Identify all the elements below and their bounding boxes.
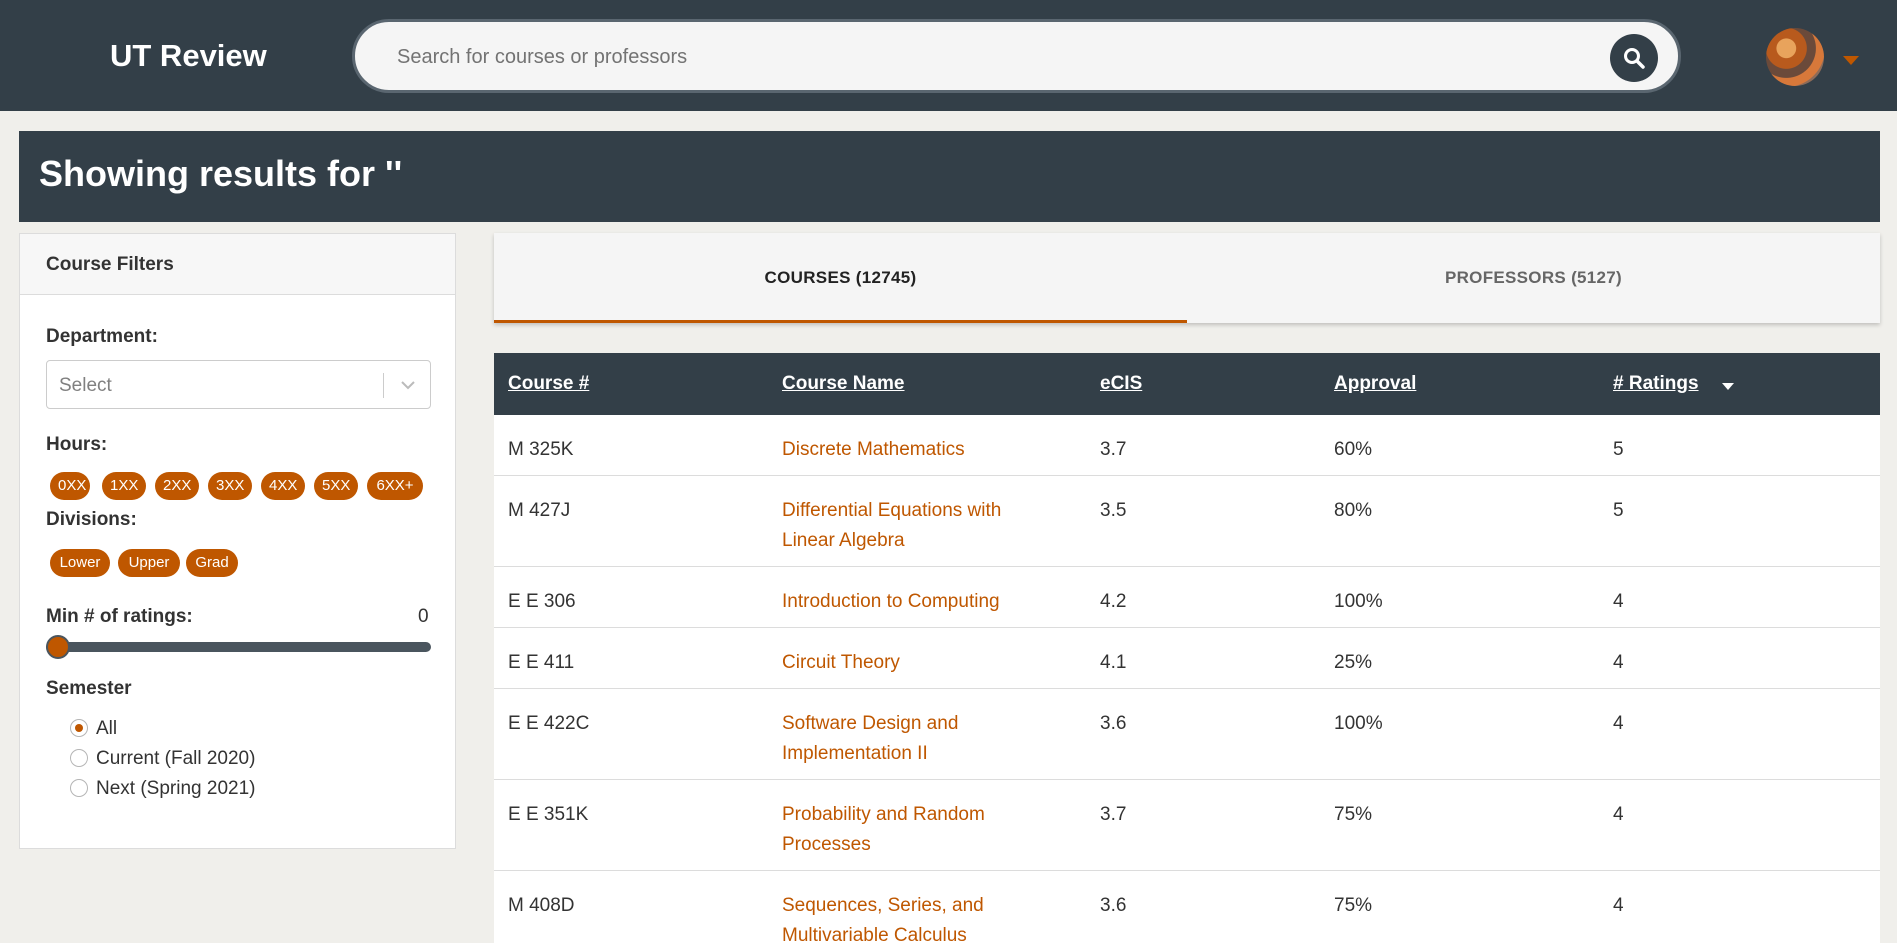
hours-pill-3xx[interactable]: 3XX	[208, 472, 252, 500]
division-pill-upper[interactable]: Upper	[118, 549, 180, 577]
min-ratings-value: 0	[418, 606, 429, 627]
course-filters-panel: Course Filters Department: Select Hours:…	[19, 233, 456, 849]
division-pill-lower[interactable]: Lower	[50, 549, 110, 577]
hours-pill-2xx[interactable]: 2XX	[155, 472, 199, 500]
course-name-link[interactable]: Differential Equations with Linear Algeb…	[782, 496, 1042, 556]
search-input[interactable]: Search for courses or professors	[397, 46, 687, 69]
table-row[interactable]: E E 422C Software Design and Implementat…	[494, 689, 1880, 780]
course-name-link[interactable]: Circuit Theory	[782, 648, 1042, 678]
select-separator	[383, 373, 384, 398]
tab-courses[interactable]: COURSES (12745)	[494, 233, 1187, 323]
approval-value: 100%	[1334, 591, 1383, 612]
radio-button[interactable]	[70, 779, 88, 797]
course-number: M 408D	[508, 895, 575, 916]
approval-value: 75%	[1334, 804, 1373, 825]
department-select-value: Select	[59, 375, 112, 396]
ecis-value: 3.5	[1100, 500, 1127, 521]
sort-desc-icon[interactable]	[1722, 383, 1734, 390]
ratings-value: 4	[1613, 895, 1624, 916]
chevron-down-icon[interactable]	[1843, 56, 1859, 65]
hours-pill-6xx[interactable]: 6XX+	[367, 472, 423, 500]
min-ratings-label: Min # of ratings:	[46, 606, 193, 627]
search-button[interactable]	[1610, 34, 1658, 82]
semester-label: Semester	[46, 678, 132, 699]
hours-pill-5xx[interactable]: 5XX	[314, 472, 358, 500]
tab-professors[interactable]: PROFESSORS (5127)	[1187, 233, 1880, 323]
course-number: E E 351K	[508, 804, 589, 825]
results-tabs: COURSES (12745) PROFESSORS (5127)	[494, 233, 1880, 323]
ratings-value: 5	[1613, 500, 1624, 521]
ecis-value: 3.7	[1100, 439, 1127, 460]
page-title: Showing results for ''	[39, 153, 403, 194]
ecis-value: 3.6	[1100, 895, 1127, 916]
department-label: Department:	[46, 326, 158, 347]
table-row[interactable]: E E 351K Probability and Random Processe…	[494, 780, 1880, 871]
chevron-down-icon[interactable]	[400, 377, 416, 393]
course-number: E E 411	[508, 652, 575, 673]
radio-button[interactable]	[70, 749, 88, 767]
top-nav: UT Review Search for courses or professo…	[0, 0, 1897, 111]
filters-header: Course Filters	[20, 234, 455, 295]
ecis-value: 4.2	[1100, 591, 1127, 612]
course-name-link[interactable]: Software Design and Implementation II	[782, 709, 1002, 769]
courses-table: Course # Course Name eCIS Approval # Rat…	[494, 353, 1880, 943]
semester-option-label: All	[96, 718, 118, 739]
semester-option-label: Current (Fall 2020)	[96, 748, 256, 769]
results-banner: Showing results for ''	[19, 131, 1880, 222]
table-row[interactable]: M 427J Differential Equations with Linea…	[494, 476, 1880, 567]
approval-value: 75%	[1334, 895, 1373, 916]
hours-pill-0xx[interactable]: 0XX	[50, 472, 90, 500]
ratings-value: 4	[1613, 591, 1624, 612]
department-select[interactable]: Select	[46, 360, 431, 409]
course-name-link[interactable]: Introduction to Computing	[782, 587, 1082, 617]
approval-value: 80%	[1334, 500, 1373, 521]
ratings-value: 4	[1613, 804, 1624, 825]
ecis-value: 3.6	[1100, 713, 1127, 734]
brand-logo[interactable]: UT Review	[110, 38, 267, 74]
course-name-link[interactable]: Probability and Random Processes	[782, 800, 1012, 860]
course-name-link[interactable]: Discrete Mathematics	[782, 435, 1042, 465]
column-header-ratings[interactable]: # Ratings	[1613, 373, 1699, 395]
approval-value: 25%	[1334, 652, 1373, 673]
course-number: M 325K	[508, 439, 574, 460]
column-header-course-number[interactable]: Course #	[508, 373, 589, 395]
table-row[interactable]: E E 306 Introduction to Computing 4.2 10…	[494, 567, 1880, 628]
radio-button[interactable]	[70, 719, 88, 737]
hours-pill-1xx[interactable]: 1XX	[102, 472, 146, 500]
min-ratings-slider[interactable]	[46, 642, 431, 652]
hours-label: Hours:	[46, 434, 108, 455]
ecis-value: 4.1	[1100, 652, 1127, 673]
ratings-value: 4	[1613, 713, 1624, 734]
column-header-approval[interactable]: Approval	[1334, 373, 1416, 395]
course-number: E E 306	[508, 591, 576, 612]
table-row[interactable]: M 408D Sequences, Series, and Multivaria…	[494, 871, 1880, 943]
approval-value: 100%	[1334, 713, 1383, 734]
ratings-value: 5	[1613, 439, 1624, 460]
hours-pill-4xx[interactable]: 4XX	[261, 472, 305, 500]
search-icon	[1624, 48, 1645, 69]
search-bar[interactable]: Search for courses or professors	[352, 19, 1681, 93]
slider-handle[interactable]	[46, 635, 70, 659]
filters-title: Course Filters	[46, 254, 174, 275]
column-header-ecis[interactable]: eCIS	[1100, 373, 1142, 395]
column-header-course-name[interactable]: Course Name	[782, 373, 905, 395]
ecis-value: 3.7	[1100, 804, 1127, 825]
division-pill-grad[interactable]: Grad	[186, 549, 238, 577]
approval-value: 60%	[1334, 439, 1373, 460]
divisions-label: Divisions:	[46, 509, 137, 530]
semester-option-label: Next (Spring 2021)	[96, 778, 256, 799]
course-number: M 427J	[508, 500, 571, 521]
course-name-link[interactable]: Sequences, Series, and Multivariable Cal…	[782, 891, 1012, 943]
table-header: Course # Course Name eCIS Approval # Rat…	[494, 353, 1880, 415]
table-row[interactable]: M 325K Discrete Mathematics 3.7 60% 5	[494, 415, 1880, 476]
table-row[interactable]: E E 411 Circuit Theory 4.1 25% 4	[494, 628, 1880, 689]
course-number: E E 422C	[508, 713, 590, 734]
ratings-value: 4	[1613, 652, 1624, 673]
avatar[interactable]	[1766, 28, 1824, 86]
